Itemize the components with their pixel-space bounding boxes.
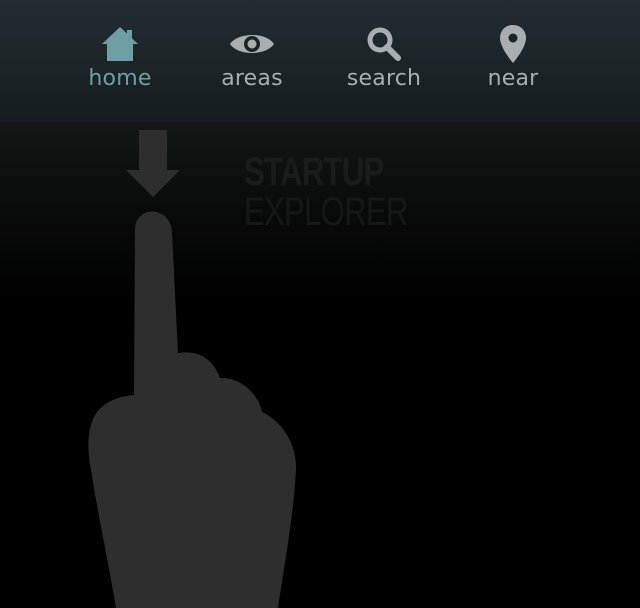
search-icon (329, 24, 439, 64)
nav-item-areas-label: areas (221, 66, 283, 91)
nav-item-near[interactable]: near (458, 20, 568, 100)
nav-item-search-label: search (346, 66, 422, 91)
nav-item-search[interactable]: search (329, 20, 439, 100)
logo-title-line2: EXPLORER (244, 190, 408, 234)
logo-title-line1: STARTUP (244, 150, 384, 194)
nav-item-near-label: near (487, 66, 539, 91)
eye-icon (197, 24, 307, 64)
map-pin-icon (458, 24, 568, 64)
home-icon (65, 24, 175, 64)
app-screen: home areas search near STARTUP EXPLORER (0, 0, 640, 608)
app-logo: STARTUP EXPLORER (230, 150, 420, 234)
nav-item-home[interactable]: home (65, 20, 175, 100)
nav-item-home-label: home (88, 66, 152, 91)
top-navigation: home areas search near (0, 0, 640, 122)
nav-item-areas[interactable]: areas (197, 20, 307, 100)
